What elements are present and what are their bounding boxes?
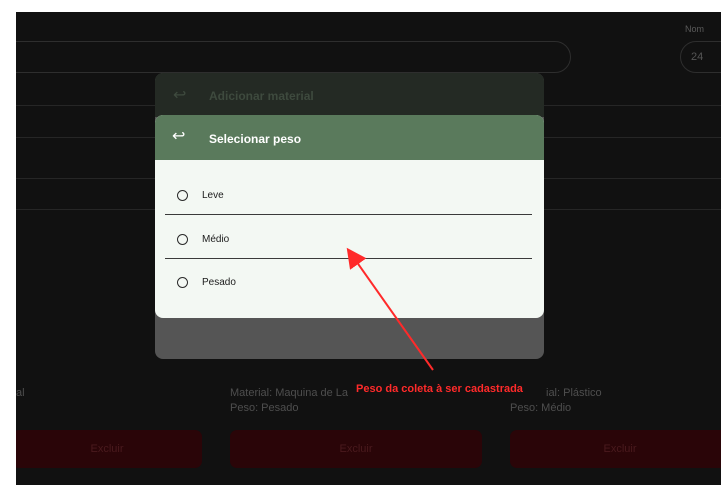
annotation-arrow [346, 247, 434, 371]
annotation-label: Peso da coleta à ser cadastrada [356, 383, 523, 395]
